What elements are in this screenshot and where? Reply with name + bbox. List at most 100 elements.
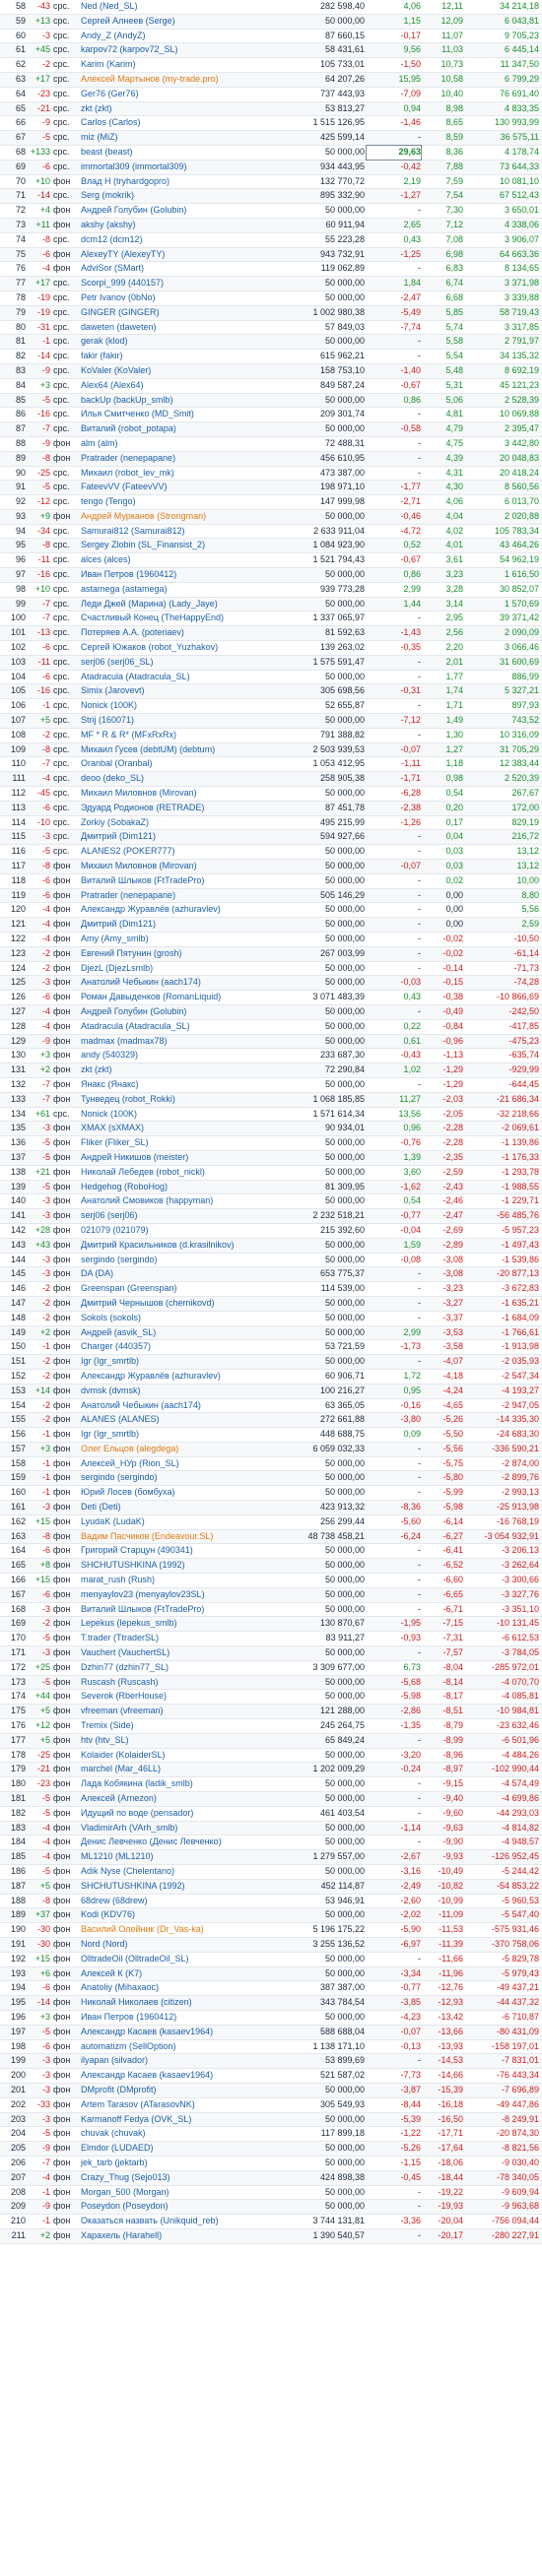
row-participant-link[interactable]: htv (htv_SL) (81, 1734, 274, 1748)
row-participant-link[interactable]: Михаил (robot_lev_mk) (81, 467, 274, 481)
row-participant-link[interactable]: Роман Давыденков (RomanLiquid) (81, 991, 274, 1004)
row-participant-link[interactable]: Николай Лебедев (robot_nickl) (81, 1166, 274, 1180)
row-participant-link[interactable]: Igr (Igr_smrtlb) (81, 1355, 274, 1369)
row-participant-link[interactable]: Янакс (Янакс) (81, 1078, 274, 1092)
row-participant-link[interactable]: Ger76 (Ger76) (81, 88, 274, 101)
row-participant-link[interactable]: XMAX (sXMAX) (81, 1122, 274, 1135)
row-participant-link[interactable]: jek_tarb (jektarb) (81, 2157, 274, 2170)
row-participant-link[interactable]: Samurai812 (Samurai812) (81, 525, 274, 539)
row-participant-link[interactable]: Atadracula (Atadracula_SL) (81, 1020, 274, 1034)
row-participant-link[interactable]: karpov72 (karpov72_SL) (81, 43, 274, 57)
row-participant-link[interactable]: Igr (Igr_smrtlb) (81, 1428, 274, 1442)
row-participant-link[interactable]: VladimirArh (VArh_smlb) (81, 1822, 274, 1835)
row-participant-link[interactable]: Алексей Мартынов (my-trade.pro) (81, 73, 274, 87)
row-participant-link[interactable]: SHCHUTUSHKINA (1992) (81, 1559, 274, 1573)
row-participant-link[interactable]: Леди Джей (Марина) (Lady_Jaye) (81, 598, 274, 612)
row-participant-link[interactable]: Александр Касаев (kasaev1964) (81, 2026, 274, 2039)
row-participant-link[interactable]: Тунведец (robot_Rokki) (81, 1093, 274, 1107)
row-participant-link[interactable]: Karmanoff Fedya (OVK_SL) (81, 2113, 274, 2127)
row-participant-link[interactable]: Евгений Пятунин (grosh) (81, 947, 274, 961)
row-participant-link[interactable]: akshy (akshy) (81, 219, 274, 232)
row-participant-link[interactable]: Pratrader (nenepapane) (81, 889, 274, 903)
row-participant-link[interactable]: Юрий Лосев (бомбуха) (81, 1486, 274, 1500)
row-participant-link[interactable]: marchel (Mar_46LL) (81, 1763, 274, 1776)
row-participant-link[interactable]: fakir (fakir) (81, 350, 274, 363)
row-participant-link[interactable]: GINGER (GINGER) (81, 306, 274, 320)
row-participant-link[interactable]: Оказаться назвать (Unikquid_reb) (81, 2215, 274, 2228)
row-participant-link[interactable]: Ruscash (Ruscash) (81, 1676, 274, 1690)
row-participant-link[interactable]: Sokols (sokols) (81, 1312, 274, 1325)
row-participant-link[interactable]: Дмитрий (Dim121) (81, 830, 274, 844)
row-participant-link[interactable]: Dzhin77 (dzhin77_SL) (81, 1661, 274, 1675)
row-participant-link[interactable]: Sergey Zlobin (SL_Finansist_2) (81, 539, 274, 552)
row-participant-link[interactable]: LyudaK (LudaK) (81, 1515, 274, 1529)
row-participant-link[interactable]: Severok (RberHouse) (81, 1690, 274, 1704)
row-participant-link[interactable]: dcm12 (dcm12) (81, 233, 274, 247)
row-participant-link[interactable]: alces (alces) (81, 553, 274, 567)
row-participant-link[interactable]: Эдуард Родионов (RETRADE) (81, 802, 274, 815)
row-participant-link[interactable]: Zorkiy (SobakaZ) (81, 816, 274, 830)
row-participant-link[interactable]: Karim (Karim) (81, 58, 274, 72)
row-participant-link[interactable]: Anatoliy (Mihaxaoc) (81, 1981, 274, 1995)
row-participant-link[interactable]: Oranbal (Oranbal) (81, 757, 274, 771)
row-participant-link[interactable]: 021079 (021079) (81, 1224, 274, 1238)
row-participant-link[interactable]: KoValer (KoValer) (81, 364, 274, 378)
row-participant-link[interactable]: Morgan_500 (Morgan) (81, 2186, 274, 2200)
row-participant-link[interactable]: Андрей Мурканов (Strongman) (81, 510, 274, 524)
row-participant-link[interactable]: Nonick (100K) (81, 699, 274, 713)
row-participant-link[interactable]: Pratrader (nenepapane) (81, 452, 274, 466)
row-participant-link[interactable]: Elmdor (LUDAED) (81, 2142, 274, 2156)
row-participant-link[interactable]: Hedgehog (RoboHog) (81, 1181, 274, 1194)
row-participant-link[interactable]: Дмитрий Красильников (d.krasilnikov) (81, 1239, 274, 1253)
row-participant-link[interactable]: Олег Ельцов (alegdega) (81, 1443, 274, 1456)
row-participant-link[interactable]: Adik Nyse (Chelentano) (81, 1865, 274, 1879)
row-participant-link[interactable]: Анатолий Чебыкин (aach174) (81, 1399, 274, 1413)
row-participant-link[interactable]: Greenspan (Greenspan) (81, 1282, 274, 1296)
row-participant-link[interactable]: Григорий Старцун (490341) (81, 1544, 274, 1558)
row-participant-link[interactable]: Андрей Голубин (Golubin) (81, 204, 274, 218)
row-participant-link[interactable]: DA (DA) (81, 1267, 274, 1281)
row-participant-link[interactable]: Дмитрий Чернышов (chernikovd) (81, 1297, 274, 1311)
row-participant-link[interactable]: ML1210 (ML1210) (81, 1850, 274, 1864)
row-participant-link[interactable]: Виталий Шлыков (FtTradePro) (81, 874, 274, 888)
row-participant-link[interactable]: Андрей Голубин (Golubin) (81, 1005, 274, 1019)
row-participant-link[interactable]: Михаил Гусев (debtUM) (debtum) (81, 743, 274, 757)
row-participant-link[interactable]: Александр Журавлёв (azhuravlev) (81, 903, 274, 917)
row-participant-link[interactable]: backUp (backUp_smlb) (81, 394, 274, 408)
row-participant-link[interactable]: Влад Н (tryhardgopro) (81, 175, 274, 189)
row-participant-link[interactable]: Charger (440357) (81, 1340, 274, 1354)
row-participant-link[interactable]: Сергей Алнеев (Serge) (81, 15, 274, 29)
row-participant-link[interactable]: Андрей (asvik_SL) (81, 1326, 274, 1340)
row-participant-link[interactable]: Алексей_НУр (Rion_SL) (81, 1457, 274, 1471)
row-participant-link[interactable]: daweten (daweten) (81, 321, 274, 335)
row-participant-link[interactable]: astamega (astamega) (81, 583, 274, 597)
row-participant-link[interactable]: Вадим Пасчиков (Endeavour.SL) (81, 1530, 274, 1544)
row-participant-link[interactable]: automatizm (SellOption) (81, 2040, 274, 2054)
row-participant-link[interactable]: Nord (Nord) (81, 1938, 274, 1952)
row-participant-link[interactable]: miz (MiZ) (81, 131, 274, 145)
row-participant-link[interactable]: sergindo (sergindo) (81, 1254, 274, 1267)
row-participant-link[interactable]: Василий Олейник (Dr_Vas-ka) (81, 1923, 274, 1937)
row-participant-link[interactable]: Михаил Миловнов (Mirovan) (81, 860, 274, 873)
row-participant-link[interactable]: Виталий (robot_potapa) (81, 422, 274, 436)
row-participant-link[interactable]: Kodi (KDV76) (81, 1908, 274, 1922)
row-participant-link[interactable]: Анатолий Смовиков (happyman) (81, 1194, 274, 1208)
row-participant-link[interactable]: immortal309 (immortal309) (81, 161, 274, 174)
row-participant-link[interactable]: Счастливый Конец (TheHappyEnd) (81, 612, 274, 625)
row-participant-link[interactable]: SHCHUTUSHKINA (1992) (81, 1880, 274, 1894)
row-participant-link[interactable]: DMprofit (DMprofit) (81, 2084, 274, 2097)
row-participant-link[interactable]: T.trader (TtraderSL) (81, 1632, 274, 1645)
row-participant-link[interactable]: Михаил Миловнов (Mirovan) (81, 787, 274, 801)
row-participant-link[interactable]: ALANES2 (POKER777) (81, 845, 274, 859)
row-participant-link[interactable]: AdviSor (SMart) (81, 262, 274, 276)
row-participant-link[interactable]: Алексей К (K7) (81, 1967, 274, 1981)
row-participant-link[interactable]: DjezL (DjezLsmlb) (81, 962, 274, 976)
row-participant-link[interactable]: Дмитрий (Dim121) (81, 918, 274, 932)
row-participant-link[interactable]: Потеряев А.А. (poteriaev) (81, 626, 274, 640)
row-participant-link[interactable]: Amy (Amy_smlb) (81, 933, 274, 946)
row-participant-link[interactable]: Crazy_Thug (Sejo013) (81, 2171, 274, 2185)
row-participant-link[interactable]: MF * R & R* (MFxRxRx) (81, 729, 274, 742)
row-participant-link[interactable]: tengo (Tengo) (81, 495, 274, 509)
row-participant-link[interactable]: serj06 (serj06_SL) (81, 656, 274, 670)
row-participant-link[interactable]: Vauchert (VauchertSL) (81, 1646, 274, 1660)
